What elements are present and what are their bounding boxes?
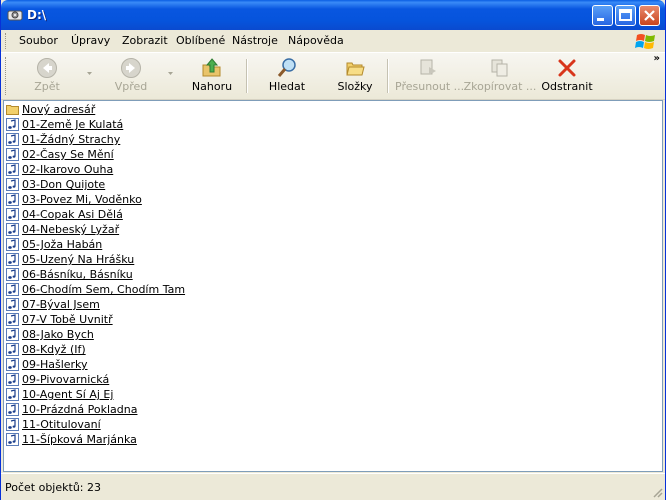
move-to-icon xyxy=(420,59,436,75)
item-name: 07-Býval Jsem xyxy=(22,298,100,311)
audio-file-icon xyxy=(6,343,19,356)
maximize-button[interactable] xyxy=(615,5,636,26)
toolbar-separator xyxy=(387,59,389,93)
audio-file-icon xyxy=(6,298,19,311)
audio-file-icon xyxy=(6,433,19,446)
minimize-icon xyxy=(597,18,604,21)
delete-button[interactable]: Odstranit xyxy=(541,55,593,97)
menu-zobrazit[interactable]: Zobrazit xyxy=(122,34,168,47)
item-name: 08-Jako Bych xyxy=(22,328,94,341)
forward-arrow-icon xyxy=(121,58,141,78)
window-title: D:\ xyxy=(27,8,47,22)
item-name: 05-Joža Habán xyxy=(22,238,103,251)
copy-to-button[interactable]: Zkopírovat ... xyxy=(463,55,537,97)
item-name: 01-Země Je Kulatá xyxy=(22,118,124,131)
audio-file-icon xyxy=(6,133,19,146)
menu-upravy[interactable]: Úpravy xyxy=(71,34,110,47)
folder-up-icon xyxy=(202,58,221,77)
menu-napoveda[interactable]: Nápověda xyxy=(288,34,344,47)
item-name: 06-Chodím Sem, Chodím Tam xyxy=(22,283,186,296)
audio-file-icon xyxy=(6,193,19,206)
menu-nastroje[interactable]: Nástroje xyxy=(232,34,278,47)
audio-file-icon xyxy=(6,373,19,386)
item-name: 10-Prázdná Pokladna xyxy=(22,403,138,416)
toolbar-grip[interactable] xyxy=(5,57,9,95)
item-name: 02-Časy Se Mění xyxy=(22,148,114,161)
menu-oblibene[interactable]: Oblíbené xyxy=(176,34,225,47)
item-name: 03-Don Quijote xyxy=(22,178,106,191)
close-icon xyxy=(644,10,655,21)
file-list: Nový adresář 01-Země Je Kulatá 01-Žádný St… xyxy=(3,100,663,472)
item-name: 07-V Tobě Uvnitř xyxy=(22,313,113,326)
delete-x-icon xyxy=(558,59,576,77)
audio-file-icon xyxy=(6,418,19,431)
audio-file-icon xyxy=(6,223,19,236)
audio-file-icon xyxy=(6,268,19,281)
item-name: 02-Ikarovo Ouha xyxy=(22,163,114,176)
back-arrow-icon xyxy=(37,58,57,78)
audio-file-icon xyxy=(6,148,19,161)
drive-icon xyxy=(7,10,23,21)
forward-button[interactable]: Vpřed xyxy=(99,55,163,97)
item-name: 03-Povez Mi, Voděnko xyxy=(22,193,142,206)
audio-file-icon xyxy=(6,208,19,221)
item-name: 06-Básníku, Básníku xyxy=(22,268,133,281)
audio-file-icon xyxy=(6,328,19,341)
folder-icon xyxy=(6,105,19,115)
item-name: 11-Šípková Marjánka xyxy=(22,433,137,446)
move-to-button[interactable]: Přesunout ... xyxy=(395,55,464,97)
audio-file-icon xyxy=(6,118,19,131)
maximize-icon xyxy=(619,9,632,21)
toolbar: Zpět Vpřed Nahoru Hledat Složky Přesunou… xyxy=(1,53,665,100)
search-icon xyxy=(277,58,296,77)
audio-file-icon xyxy=(6,253,19,266)
up-button[interactable]: Nahoru xyxy=(187,55,237,97)
menu-bar: Soubor Úpravy Zobrazit Oblíbené Nástroje… xyxy=(1,30,665,53)
folders-icon xyxy=(346,62,365,76)
title-bar[interactable]: D:\ xyxy=(1,0,665,30)
item-name: 08-Když (If) xyxy=(22,343,86,356)
audio-file-icon xyxy=(6,403,19,416)
menu-soubor[interactable]: Soubor xyxy=(19,34,58,47)
audio-file-icon xyxy=(6,163,19,176)
menu-grip[interactable] xyxy=(5,33,9,49)
item-name: 01-Žádný Strachy xyxy=(22,133,121,146)
folders-button[interactable]: Složky xyxy=(331,55,379,97)
item-name: 11-Otitulovaní xyxy=(22,418,101,431)
object-count: Počet objektů: 23 xyxy=(5,481,101,494)
audio-file-icon xyxy=(6,238,19,251)
toolbar-separator xyxy=(246,59,248,93)
copy-to-icon xyxy=(491,59,508,77)
windows-logo-icon xyxy=(635,34,655,49)
item-name: 05-Uzený Na Hrášku xyxy=(22,253,135,266)
item-name: 09-Hašlerky xyxy=(22,358,88,371)
item-name: 04-Copak Asi Dělá xyxy=(22,208,123,221)
item-name: 09-Pivovarnická xyxy=(22,373,110,386)
item-name: 04-Nebeský Lyžař xyxy=(22,223,120,236)
resize-grip-icon[interactable] xyxy=(651,486,663,498)
close-button[interactable] xyxy=(639,5,660,26)
back-dropdown-icon[interactable] xyxy=(87,72,92,75)
explorer-window: D:\ Soubor Úpravy Zobrazit Oblíbené Nást… xyxy=(0,0,666,500)
back-button[interactable]: Zpět xyxy=(15,55,79,97)
minimize-button[interactable] xyxy=(592,5,613,26)
audio-file-icon xyxy=(6,178,19,191)
forward-dropdown-icon[interactable] xyxy=(168,72,173,75)
audio-file-icon xyxy=(6,313,19,326)
status-bar: Počet objektů: 23 xyxy=(1,473,665,500)
audio-file-icon xyxy=(6,388,19,401)
item-name: 10-Agent Sí Aj Ej xyxy=(22,388,114,401)
search-button[interactable]: Hledat xyxy=(263,55,311,97)
audio-file-icon xyxy=(6,283,19,296)
toolbar-overflow-chevron-icon[interactable]: » xyxy=(654,53,660,64)
audio-file-icon xyxy=(6,358,19,371)
item-name: Nový adresář xyxy=(22,103,96,116)
